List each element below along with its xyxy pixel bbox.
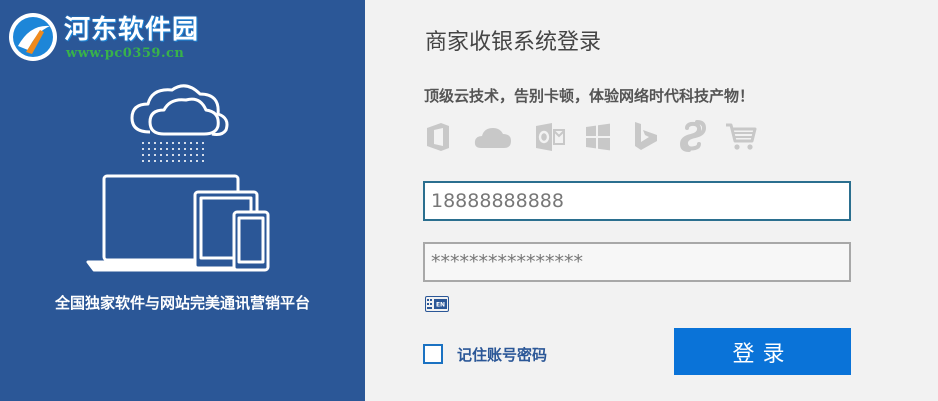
shopping-cart-icon (726, 123, 757, 150)
cn-en-keyboard-icon[interactable]: EN (425, 296, 449, 312)
slogan: 顶级云技术，告别卡顿，体验网络时代科技产物！ (424, 87, 755, 105)
phone-input[interactable] (423, 181, 851, 221)
svg-text:EN: EN (436, 302, 445, 309)
left-panel: 河东软件园 www.pc0359.cn 全国独家软件与网站完美通讯营销平台 (0, 0, 365, 401)
watermark-url: www.pc0359.cn (66, 46, 185, 61)
page-title: 商家收银系统登录 (425, 30, 602, 55)
outlook-icon (536, 123, 565, 151)
watermark-site-name: 河东软件园 (64, 15, 200, 45)
hedong-logo-icon (9, 13, 57, 61)
windows-icon (586, 123, 610, 151)
onedrive-cloud-icon (474, 128, 511, 148)
feature-icons (425, 118, 765, 154)
skype-icon (679, 120, 707, 152)
login-button[interactable]: 登录 (674, 328, 851, 375)
login-panel: 商家收银系统登录 顶级云技术，告别卡顿，体验网络时代科技产物！ 18888888… (365, 0, 938, 401)
cloud-devices-illustration (86, 84, 270, 272)
remember-label: 记住账号密码 (457, 345, 548, 364)
left-tagline: 全国独家软件与网站完美通讯营销平台 (54, 294, 310, 312)
bing-icon (635, 122, 657, 150)
office-icon (427, 123, 449, 151)
password-input[interactable] (423, 242, 851, 282)
remember-me[interactable]: 记住账号密码 (423, 342, 547, 366)
remember-checkbox[interactable] (423, 344, 443, 364)
